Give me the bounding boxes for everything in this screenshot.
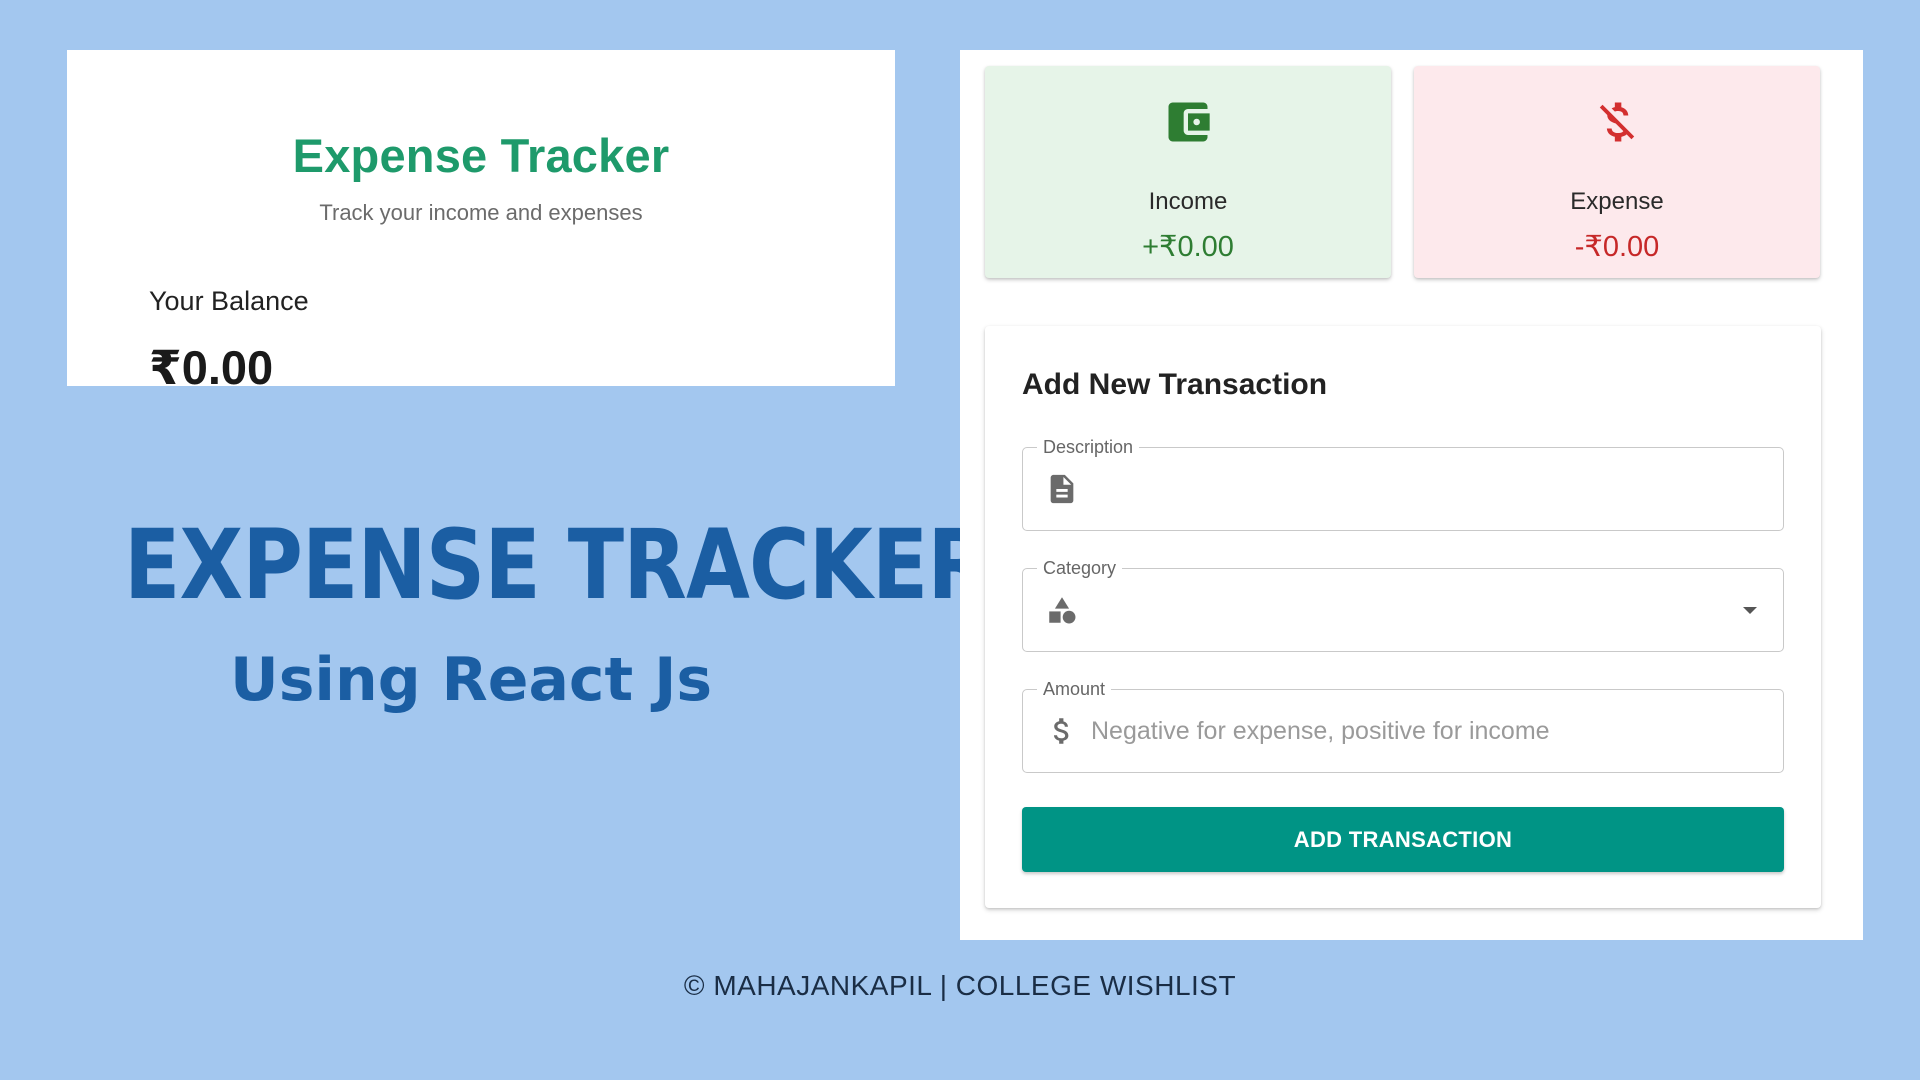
- promo-subtitle: Using React Js: [230, 645, 713, 715]
- balance-value: ₹0.00: [149, 341, 274, 394]
- expense-label: Expense: [1570, 188, 1664, 215]
- expense-value: -₹0.00: [1574, 231, 1660, 263]
- category-value: [1091, 569, 1761, 651]
- balance-summary-card: Expense Tracker Track your income and ex…: [67, 50, 895, 394]
- income-card: Income +₹0.00: [985, 66, 1391, 278]
- wallet-icon: [1168, 102, 1210, 142]
- income-label: Income: [1148, 188, 1228, 215]
- page: Expense Tracker Track your income and ex…: [0, 0, 1920, 1080]
- dollar-icon: [1053, 718, 1069, 744]
- amount-input[interactable]: [1091, 690, 1761, 772]
- money-off-icon: [1599, 102, 1635, 142]
- amount-field[interactable]: Amount: [1022, 678, 1784, 773]
- category-select[interactable]: Category: [1022, 557, 1784, 652]
- add-transaction-form: Add New Transaction Description Category: [985, 326, 1821, 908]
- description-field[interactable]: Description: [1022, 436, 1784, 531]
- promo-title: EXPENSE TRACKER: [124, 509, 991, 621]
- expense-card: Expense -₹0.00: [1414, 66, 1820, 278]
- app-subtitle: Track your income and expenses: [319, 200, 643, 225]
- app-title: Expense Tracker: [292, 129, 670, 182]
- form-title: Add New Transaction: [1022, 368, 1328, 401]
- chevron-down-icon[interactable]: [1743, 607, 1757, 614]
- tracker-panel: Income +₹0.00 Expense -₹0.00 Add New Tra…: [960, 50, 1863, 940]
- balance-label: Your Balance: [149, 286, 309, 316]
- category-shapes-icon: [1049, 597, 1076, 624]
- footer-credit: © MAHAJANKAPIL | COLLEGE WISHLIST: [683, 970, 1237, 1001]
- description-input[interactable]: [1091, 448, 1761, 530]
- document-icon: [1050, 474, 1074, 504]
- add-transaction-button[interactable]: ADD TRANSACTION: [1022, 807, 1784, 872]
- income-value: +₹0.00: [1142, 231, 1234, 263]
